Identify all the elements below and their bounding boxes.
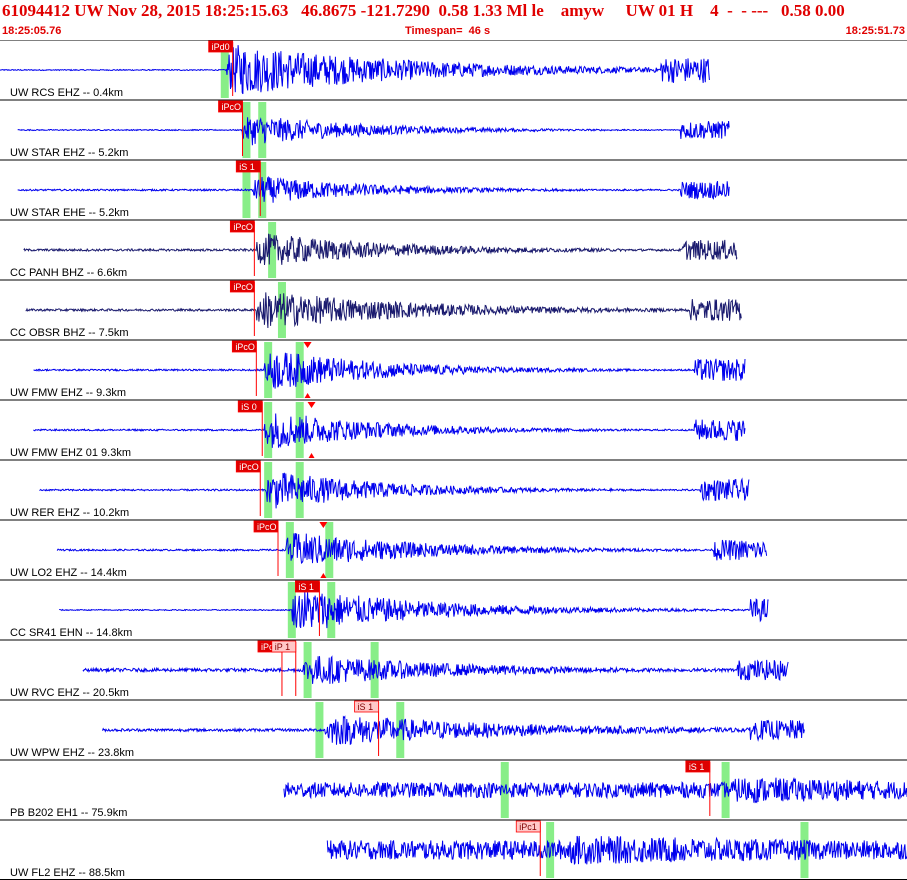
waveform-trace bbox=[82, 655, 789, 684]
pick-label: iP 1 bbox=[275, 642, 290, 652]
waveform-trace bbox=[59, 591, 769, 629]
pick-label: iPcO bbox=[235, 342, 255, 352]
pick-label: iS 1 bbox=[358, 702, 374, 712]
channel-label: UW FMW EHZ -- 9.3km bbox=[10, 387, 126, 399]
waveform-trace bbox=[56, 533, 768, 564]
pick-label: iPcO bbox=[239, 462, 259, 472]
pick-label: iPcO bbox=[257, 522, 277, 532]
pick-triangle-marker bbox=[308, 453, 315, 458]
pick-label: iPcO bbox=[233, 222, 253, 232]
seismogram-plot: iPd0 UW RCS EHZ -- 0.4km iPcO UW STAR EHZ -… bbox=[0, 40, 907, 880]
pick-triangle-marker bbox=[307, 402, 316, 408]
header: 61094412 UW Nov 28, 2015 18:25:15.63 46.… bbox=[0, 0, 907, 40]
waveform-trace bbox=[33, 413, 746, 449]
pick-label: iPd0 bbox=[212, 42, 230, 52]
waveform-trace bbox=[283, 777, 907, 804]
channel-label: UW RVC EHZ -- 20.5km bbox=[10, 687, 129, 699]
channel-label: UW STAR EHE -- 5.2km bbox=[10, 207, 129, 219]
channel-label: CC PANH BHZ -- 6.6km bbox=[10, 267, 127, 279]
pick-label: iS 1 bbox=[298, 582, 314, 592]
pick-label: iPcO bbox=[233, 282, 253, 292]
pick-label: iS 1 bbox=[689, 762, 705, 772]
pick-window bbox=[285, 522, 294, 578]
channel-label: UW FMW EHZ 01 9.3km bbox=[10, 447, 131, 459]
waveform-trace bbox=[33, 352, 746, 389]
channel-label: UW RCS EHZ -- 0.4km bbox=[10, 87, 123, 99]
pick-label: iPc1 bbox=[519, 822, 537, 832]
channel-label: UW FL2 EHZ -- 88.5km bbox=[10, 867, 125, 879]
channel-label: UW STAR EHZ -- 5.2km bbox=[10, 147, 128, 159]
waveform-trace bbox=[25, 292, 742, 329]
waveform-trace bbox=[17, 117, 730, 146]
channel-label: PB B202 EH1 -- 75.9km bbox=[10, 807, 127, 819]
channel-label: UW RER EHZ -- 10.2km bbox=[10, 507, 129, 519]
channel-label: UW LO2 EHZ -- 14.4km bbox=[10, 567, 127, 579]
channel-label: CC SR41 EHN -- 14.8km bbox=[10, 627, 132, 639]
waveform-trace bbox=[39, 472, 750, 509]
pick-label: iS 0 bbox=[241, 402, 257, 412]
pick-triangle-marker bbox=[303, 342, 312, 348]
channel-label: UW WPW EHZ -- 23.8km bbox=[10, 747, 134, 759]
start-time: 18:25:05.76 bbox=[2, 25, 62, 37]
waveform-trace bbox=[102, 715, 805, 746]
pick-label: iPcO bbox=[222, 102, 242, 112]
channel-label: CC OBSR BHZ -- 7.5km bbox=[10, 327, 129, 339]
waveform-trace bbox=[326, 835, 907, 865]
event-title: 61094412 UW Nov 28, 2015 18:25:15.63 46.… bbox=[2, 1, 845, 20]
pick-label: iS 1 bbox=[239, 162, 255, 172]
waveform-trace bbox=[23, 233, 738, 266]
end-time: 18:25:51.73 bbox=[845, 25, 905, 37]
timespan-label: Timespan= 46 s bbox=[405, 25, 491, 37]
waveform-trace bbox=[17, 176, 730, 203]
pick-triangle-marker bbox=[304, 393, 311, 398]
